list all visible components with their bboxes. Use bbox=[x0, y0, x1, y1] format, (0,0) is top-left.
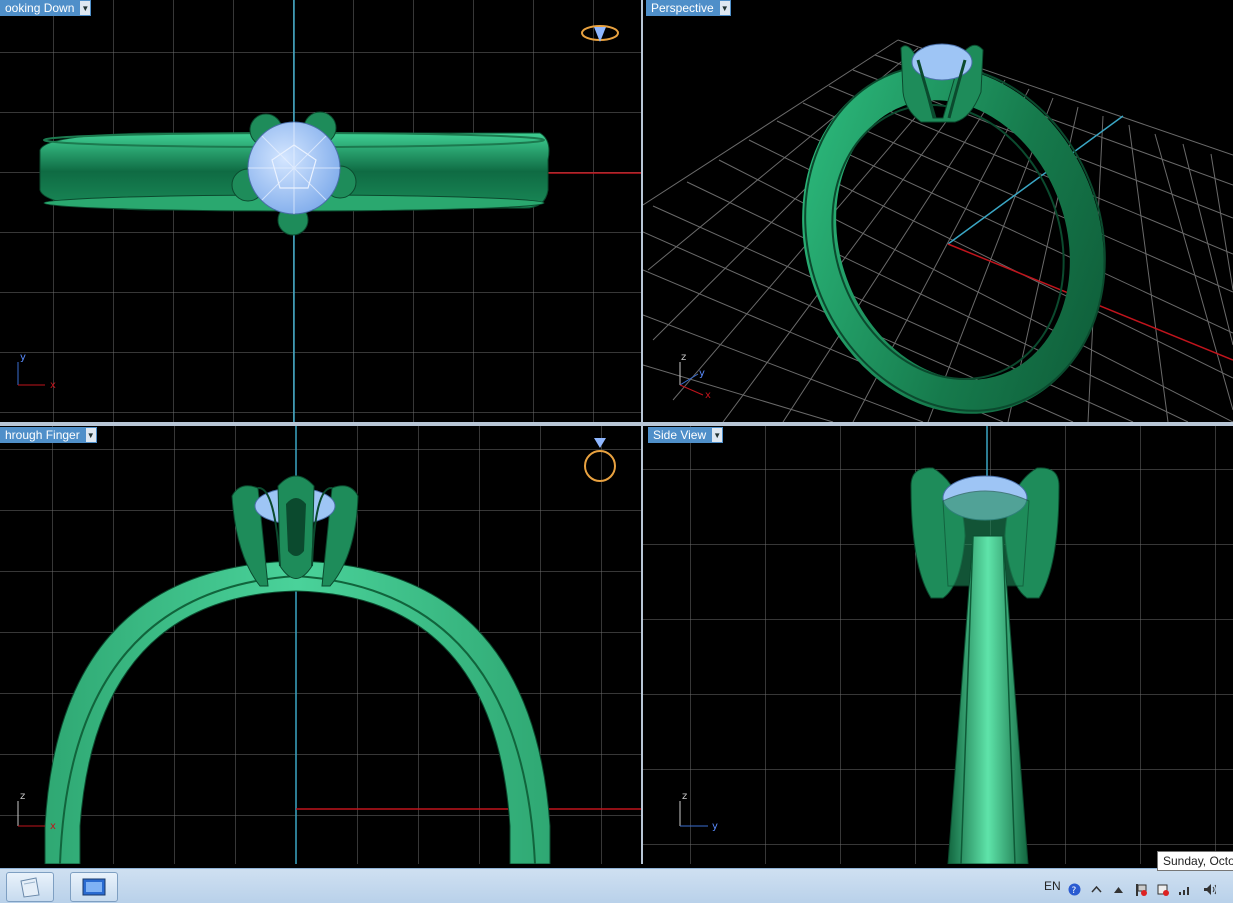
axis-label-vertical: z bbox=[682, 791, 687, 802]
axis-label-vertical: y bbox=[20, 352, 26, 363]
viewport-dropdown-icon[interactable]: ▼ bbox=[711, 427, 724, 443]
axis-label-horizontal: x bbox=[50, 380, 56, 391]
axis-label-vertical: z bbox=[20, 791, 25, 802]
desktop-icon bbox=[82, 878, 106, 896]
viewport-divider-horizontal[interactable] bbox=[0, 422, 1233, 426]
axis-label-horizontal: x bbox=[50, 821, 56, 832]
start-button[interactable] bbox=[6, 872, 54, 902]
viewport-side-canvas[interactable]: z y bbox=[643, 426, 1233, 864]
volume-icon[interactable] bbox=[1203, 883, 1216, 896]
language-indicator[interactable]: EN bbox=[1044, 879, 1061, 893]
axis-label-right: x bbox=[705, 390, 711, 401]
flag-icon[interactable] bbox=[1134, 883, 1147, 896]
viewport-perspective[interactable]: z y x Perspective ▼ bbox=[643, 0, 1233, 422]
network-icon[interactable] bbox=[1178, 883, 1191, 896]
axis-label-horizontal: y bbox=[712, 821, 718, 832]
ring-model-perspective[interactable] bbox=[758, 23, 1153, 422]
svg-text:?: ? bbox=[1072, 886, 1077, 896]
help-icon[interactable]: ? bbox=[1068, 883, 1081, 896]
clock-tooltip: Sunday, Octo bbox=[1157, 851, 1233, 871]
viewport-label-top[interactable]: ooking Down ▼ bbox=[0, 0, 92, 16]
axis-label-depth: y bbox=[699, 368, 705, 379]
axis-gizmo: z y x bbox=[679, 352, 711, 401]
arrow-up-icon[interactable] bbox=[1112, 883, 1125, 896]
viewport-top[interactable]: y x ooking Down ▼ bbox=[0, 0, 641, 422]
viewport-front[interactable]: z x hrough Finger ▼ bbox=[0, 426, 641, 864]
show-hidden-icons[interactable] bbox=[1090, 883, 1103, 896]
viewport-label-front[interactable]: hrough Finger ▼ bbox=[0, 427, 97, 443]
axis-label-up: z bbox=[681, 352, 686, 363]
taskbar: EN ? bbox=[0, 868, 1233, 903]
viewport-side[interactable]: z y Side View ▼ bbox=[643, 426, 1233, 864]
viewport-dropdown-icon[interactable]: ▼ bbox=[84, 427, 97, 443]
viewport-front-canvas[interactable]: z x bbox=[0, 426, 641, 864]
start-orb-icon bbox=[20, 877, 40, 898]
viewport-perspective-canvas[interactable]: z y x bbox=[643, 0, 1233, 422]
viewport-label-side[interactable]: Side View ▼ bbox=[648, 427, 724, 443]
taskbar-app-button[interactable] bbox=[70, 872, 118, 902]
device-icon[interactable] bbox=[1156, 883, 1169, 896]
viewport-top-canvas[interactable]: y x bbox=[0, 0, 641, 422]
viewport-dropdown-icon[interactable]: ▼ bbox=[718, 0, 731, 16]
viewport-label-perspective[interactable]: Perspective ▼ bbox=[646, 0, 731, 16]
viewport-dropdown-icon[interactable]: ▼ bbox=[79, 0, 92, 16]
viewport-divider-vertical[interactable] bbox=[641, 0, 643, 864]
